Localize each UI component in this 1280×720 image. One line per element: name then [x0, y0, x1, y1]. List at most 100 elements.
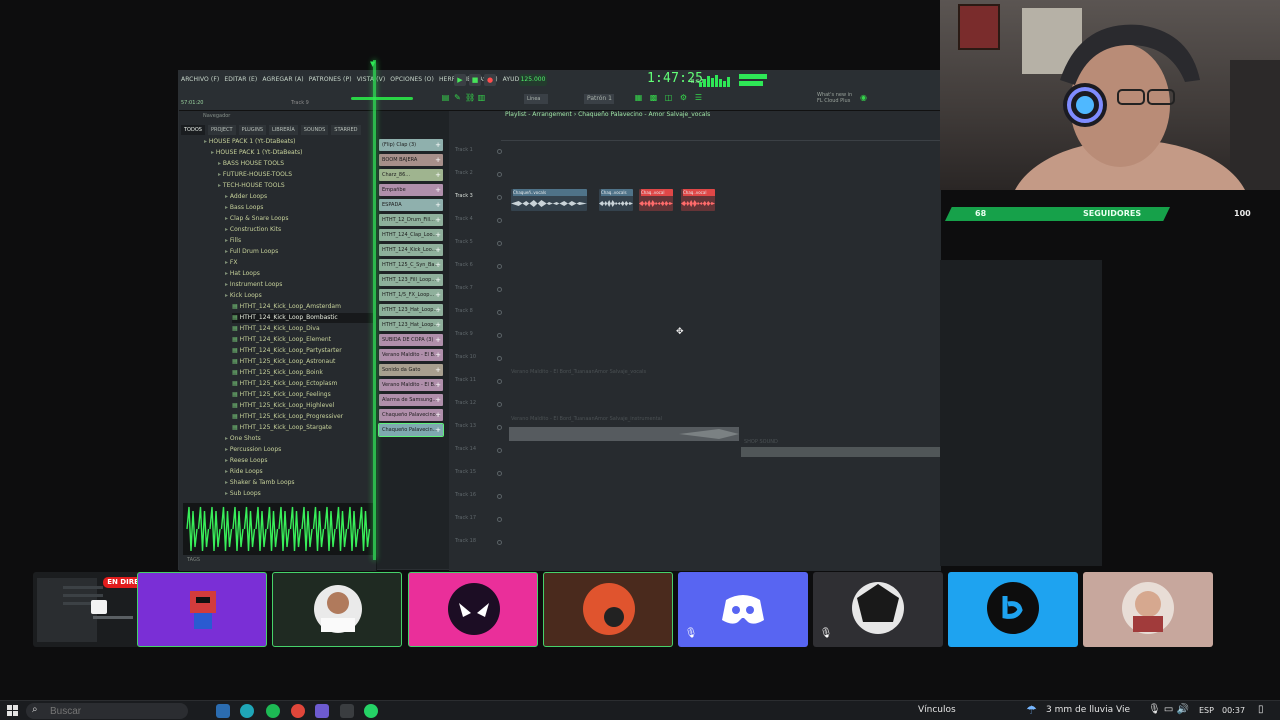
playlist-grid[interactable]: Track 1 Track 2 Track 3 Track 4 Track 5 Track… — [449, 141, 941, 571]
card-participant[interactable] — [1083, 572, 1213, 647]
track-label[interactable]: Track 9 — [455, 331, 495, 341]
add-channel-icon[interactable]: + — [435, 289, 441, 301]
channel-button[interactable]: Chaqueño Palavecin... + — [378, 423, 444, 437]
channel-button[interactable]: HTHT_123_Hat_Loop... + — [379, 304, 443, 316]
menu-archivo[interactable]: ARCHIVO (F) — [181, 76, 219, 83]
add-channel-icon[interactable]: + — [435, 139, 441, 151]
taskbar-app-icon[interactable] — [216, 704, 230, 718]
track-mute-toggle[interactable] — [497, 218, 502, 223]
browser-folder[interactable]: BASS HOUSE TOOLS — [218, 159, 373, 169]
master-volume-slider[interactable] — [351, 97, 413, 100]
track-mute-toggle[interactable] — [497, 540, 502, 545]
tab-todos[interactable]: TODOS — [181, 125, 205, 135]
browser-folder[interactable]: Instrument Loops — [225, 280, 373, 290]
tab-plugins[interactable]: PLUGINS — [238, 125, 267, 135]
card-participant[interactable] — [948, 572, 1078, 647]
chrome-icon[interactable] — [291, 704, 305, 718]
browser-icon[interactable]: ☰ — [694, 93, 703, 102]
edge-icon[interactable] — [240, 704, 254, 718]
add-channel-icon[interactable]: + — [435, 319, 441, 331]
add-channel-icon[interactable]: + — [435, 199, 441, 211]
track-mute-toggle[interactable] — [497, 287, 502, 292]
playhead[interactable] — [373, 60, 376, 560]
add-channel-icon[interactable]: + — [435, 259, 441, 271]
audio-clip[interactable]: Chaqueñ..vocals — [511, 189, 587, 211]
browser-folder[interactable]: Sub Loops — [225, 489, 373, 499]
track-label[interactable]: Track 15 — [455, 469, 495, 479]
browser-folder[interactable]: Fills — [225, 236, 373, 246]
add-channel-icon[interactable]: + — [435, 424, 441, 436]
channel-button[interactable]: HTHT_123_Fill_Loop... + — [379, 274, 443, 286]
plugin-icon[interactable]: ⚙ — [679, 93, 688, 102]
card-participant[interactable] — [408, 572, 538, 647]
notification-icon[interactable]: ▯ — [1258, 704, 1264, 715]
channel-button[interactable]: Empañbe + — [379, 184, 443, 196]
browser-file[interactable]: HTHT_124_Kick_Loop_Diva — [232, 324, 373, 334]
track-label[interactable]: Track 12 — [455, 400, 495, 410]
timeline-ruler[interactable] — [501, 131, 941, 141]
channel-button[interactable]: Chaqueño Palavecino... + — [379, 409, 443, 421]
add-channel-icon[interactable]: + — [435, 214, 441, 226]
channel-button[interactable]: Charz_86... + — [379, 169, 443, 181]
track-mute-toggle[interactable] — [497, 494, 502, 499]
card-participant[interactable] — [543, 572, 673, 647]
track-label[interactable]: Track 4 — [455, 216, 495, 226]
channel-button[interactable]: SUBIDA DE COPA (3) + — [379, 334, 443, 346]
channel-button[interactable]: ESPADA + — [379, 199, 443, 211]
card-participant[interactable] — [272, 572, 402, 647]
track-label[interactable]: Track 5 — [455, 239, 495, 249]
add-channel-icon[interactable]: + — [435, 184, 441, 196]
add-channel-icon[interactable]: + — [435, 379, 441, 391]
browser-file[interactable]: HTHT_125_Kick_Loop_Feelings — [232, 390, 373, 400]
track-label[interactable]: Track 2 — [455, 170, 495, 180]
tab-project[interactable]: PROJECT — [207, 125, 236, 135]
taskbar-links[interactable]: Vínculos — [918, 705, 956, 715]
track-label[interactable]: Track 14 — [455, 446, 495, 456]
track-mute-toggle[interactable] — [497, 149, 502, 154]
playhead-marker-icon[interactable]: ▼ — [370, 60, 375, 68]
browser-folder[interactable]: HOUSE PACK 1 (Yt-DtaBeats) — [211, 148, 373, 158]
card-participant[interactable] — [137, 572, 267, 647]
pencil-icon[interactable]: ✎ — [453, 93, 462, 102]
browser-folder[interactable]: Adder Loops — [225, 192, 373, 202]
channel-button[interactable]: Sonido da Gato + — [379, 364, 443, 376]
play-button[interactable]: ▶ — [454, 74, 466, 86]
channel-button[interactable]: HTHT_12_Drum_Fill... + — [379, 214, 443, 226]
browser-file[interactable]: HTHT_124_Kick_Loop_Bombastic — [232, 313, 373, 323]
news-panel[interactable]: What's new in FL Cloud Plus — [817, 92, 857, 104]
browser-file[interactable]: HTHT_124_Kick_Loop_Partystarter — [232, 346, 373, 356]
browser-tags[interactable]: TAGS — [187, 557, 200, 563]
track-mute-toggle[interactable] — [497, 241, 502, 246]
browser-folder[interactable]: Kick Loops — [225, 291, 373, 301]
track-label[interactable]: Track 1 — [455, 147, 495, 157]
browser-file[interactable]: HTHT_125_Kick_Loop_Progressiver — [232, 412, 373, 422]
track-label[interactable]: Track 17 — [455, 515, 495, 525]
mixer-view-icon[interactable]: ◫ — [664, 93, 673, 102]
track-label[interactable]: Track 8 — [455, 308, 495, 318]
add-channel-icon[interactable]: + — [435, 274, 441, 286]
track-label[interactable]: Track 3 — [455, 193, 495, 203]
track-mute-toggle[interactable] — [497, 379, 502, 384]
channel-button[interactable]: Verano Maldito - El B... + — [379, 379, 443, 391]
channel-rack-icon[interactable]: ▩ — [649, 93, 658, 102]
browser-folder[interactable]: FX — [225, 258, 373, 268]
track-label[interactable]: Track 18 — [455, 538, 495, 548]
browser-file[interactable]: HTHT_125_Kick_Loop_Astronaut — [232, 357, 373, 367]
add-channel-icon[interactable]: + — [435, 394, 441, 406]
track-mute-toggle[interactable] — [497, 471, 502, 476]
card-participant[interactable]: 🎙 — [813, 572, 943, 647]
mixer-icon[interactable]: ▥ — [477, 93, 486, 102]
channel-button[interactable]: HTHT_123_Hat_Loop... + — [379, 319, 443, 331]
browser-file[interactable]: HTHT_125_Kick_Loop_Ectoplasm — [232, 379, 373, 389]
taskbar-search[interactable]: ⌕ — [26, 703, 188, 719]
menu-opciones[interactable]: OPCIONES (O) — [390, 76, 434, 83]
track-label[interactable]: Track 10 — [455, 354, 495, 364]
track-label[interactable]: Track 7 — [455, 285, 495, 295]
browser-file[interactable]: HTHT_125_Kick_Loop_Boink — [232, 368, 373, 378]
browser-file[interactable]: HTHT_124_Kick_Loop_Element — [232, 335, 373, 345]
add-channel-icon[interactable]: + — [435, 229, 441, 241]
channel-button[interactable]: HTHT_1/5_FX_Loop... + — [379, 289, 443, 301]
browser-file[interactable]: HTHT_125_Kick_Loop_Stargate — [232, 423, 373, 433]
browser-folder[interactable]: Shaker & Tamb Loops — [225, 478, 373, 488]
browser-folder[interactable]: Percussion Loops — [225, 445, 373, 455]
